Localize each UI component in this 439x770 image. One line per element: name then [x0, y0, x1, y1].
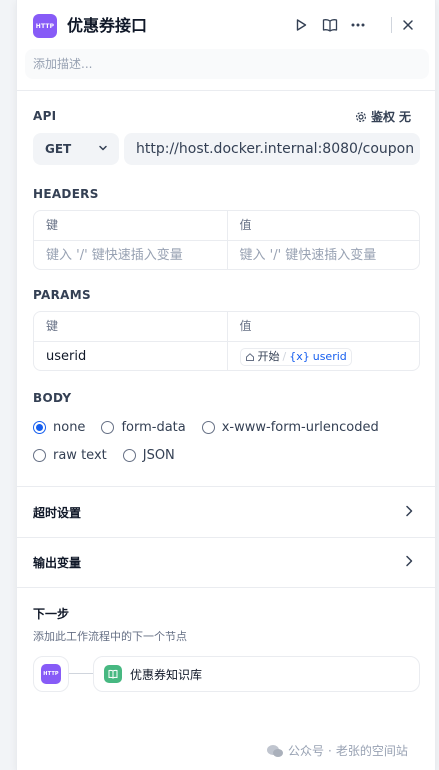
output-variables-toggle[interactable]: 输出变量 — [17, 537, 437, 587]
auth-button[interactable]: 鉴权 无 — [355, 108, 411, 125]
radio-label: none — [53, 420, 86, 435]
method-select[interactable]: GET — [33, 133, 119, 165]
timeout-settings-label: 超时设置 — [33, 506, 82, 520]
param-key-input[interactable]: userid — [34, 342, 227, 370]
chevron-right-icon — [406, 505, 413, 517]
close-icon — [403, 20, 413, 30]
timeout-settings-toggle[interactable]: 超时设置 — [17, 487, 437, 537]
radio-icon — [101, 421, 115, 434]
params-table-header: 键 值 — [34, 312, 419, 341]
radio-icon — [122, 449, 136, 462]
gear-icon — [355, 111, 366, 122]
headers-section-label: HEADERS — [33, 187, 99, 201]
table-row: 键入 '/' 键快速插入变量 键入 '/' 键快速插入变量 — [34, 240, 419, 269]
table-row: userid 开始 / {x} userid — [34, 341, 419, 370]
header-value-input[interactable]: 键入 '/' 键快速插入变量 — [226, 241, 420, 269]
next-step-title: 下一步 — [33, 607, 70, 621]
more-options-button[interactable] — [347, 14, 369, 36]
node-config-panel: HTTP 优惠券接口 添加描述... API 鉴权 无 GET http://h… — [16, 0, 437, 770]
auth-value: 无 — [398, 110, 411, 124]
variable-separator: / — [282, 349, 287, 363]
http-node-icon: HTTP — [41, 664, 61, 684]
play-icon — [296, 19, 307, 31]
url-input[interactable]: http://host.docker.internal:8080/coupon — [124, 133, 420, 165]
body-radio-x-www-form-urlencoded[interactable]: x-www-form-urlencoded — [201, 420, 379, 435]
auth-label: 鉴权 — [370, 110, 395, 124]
header-separator — [17, 90, 437, 91]
header-divider — [391, 17, 392, 33]
watermark-separator: · — [328, 743, 332, 758]
watermark: 公众号 · 老张的空间站 — [266, 742, 408, 759]
watermark-platform: 公众号 — [288, 744, 325, 758]
next-node-block[interactable]: 优惠券知识库 — [93, 656, 420, 692]
body-type-options-row-1: none form-data x-www-form-urlencoded — [33, 420, 395, 435]
http-node-icon: HTTP — [33, 14, 57, 38]
node-title[interactable]: 优惠券接口 — [67, 14, 147, 38]
body-radio-json[interactable]: JSON — [122, 448, 175, 463]
variable-name: userid — [312, 349, 347, 363]
output-variables-label: 输出变量 — [33, 556, 82, 570]
book-icon — [108, 669, 118, 679]
wechat-icon — [267, 744, 283, 757]
book-open-icon — [322, 19, 338, 32]
headers-table: 键 值 键入 '/' 键快速插入变量 键入 '/' 键快速插入变量 — [33, 210, 420, 270]
api-section-label: API — [33, 109, 57, 123]
chevron-right-icon — [406, 555, 413, 567]
body-radio-raw-text[interactable]: raw text — [33, 448, 107, 463]
variable-source-node: 开始 — [257, 349, 280, 363]
headers-col-value: 值 — [226, 211, 420, 240]
radio-label: raw text — [53, 448, 107, 463]
headers-table-header: 键 值 — [34, 211, 419, 240]
radio-icon — [33, 449, 46, 462]
home-icon — [245, 352, 254, 361]
section-divider — [17, 587, 437, 588]
body-type-options-row-2: raw text JSON — [33, 448, 191, 463]
node-connector-line — [69, 673, 93, 674]
next-node-label: 优惠券知识库 — [130, 667, 203, 682]
variable-reference-pill[interactable]: 开始 / {x} userid — [239, 347, 352, 366]
radio-icon — [201, 421, 215, 434]
radio-selected-icon — [33, 421, 46, 434]
param-value-input[interactable]: 开始 / {x} userid — [226, 342, 420, 370]
watermark-account: 老张的空间站 — [335, 744, 408, 758]
description-input[interactable]: 添加描述... — [25, 49, 429, 79]
panel-header: HTTP 优惠券接口 添加描述... — [17, 0, 437, 90]
more-dots-icon — [351, 23, 365, 27]
radio-label: form-data — [121, 420, 186, 435]
radio-label: JSON — [142, 448, 175, 463]
header-key-input[interactable]: 键入 '/' 键快速插入变量 — [34, 241, 227, 269]
radio-label: x-www-form-urlencoded — [221, 420, 379, 435]
next-step-description: 添加此工作流程中的下一个节点 — [33, 630, 187, 643]
variable-type-icon: {x} — [289, 349, 310, 363]
params-col-value: 值 — [226, 312, 420, 341]
body-radio-none[interactable]: none — [33, 420, 85, 435]
help-doc-button[interactable] — [319, 14, 341, 36]
chevron-down-icon — [99, 145, 107, 151]
params-section-label: PARAMS — [33, 288, 91, 302]
params-table: 键 值 userid 开始 / {x} userid — [33, 311, 420, 371]
body-radio-form-data[interactable]: form-data — [101, 420, 186, 435]
close-button[interactable] — [397, 14, 419, 36]
method-value: GET — [45, 142, 72, 156]
params-col-key: 键 — [46, 319, 59, 333]
current-node-block: HTTP — [33, 656, 69, 692]
body-section-label: BODY — [33, 391, 72, 405]
headers-col-key: 键 — [46, 218, 59, 232]
run-button[interactable] — [290, 14, 312, 36]
knowledge-base-icon — [104, 665, 122, 683]
